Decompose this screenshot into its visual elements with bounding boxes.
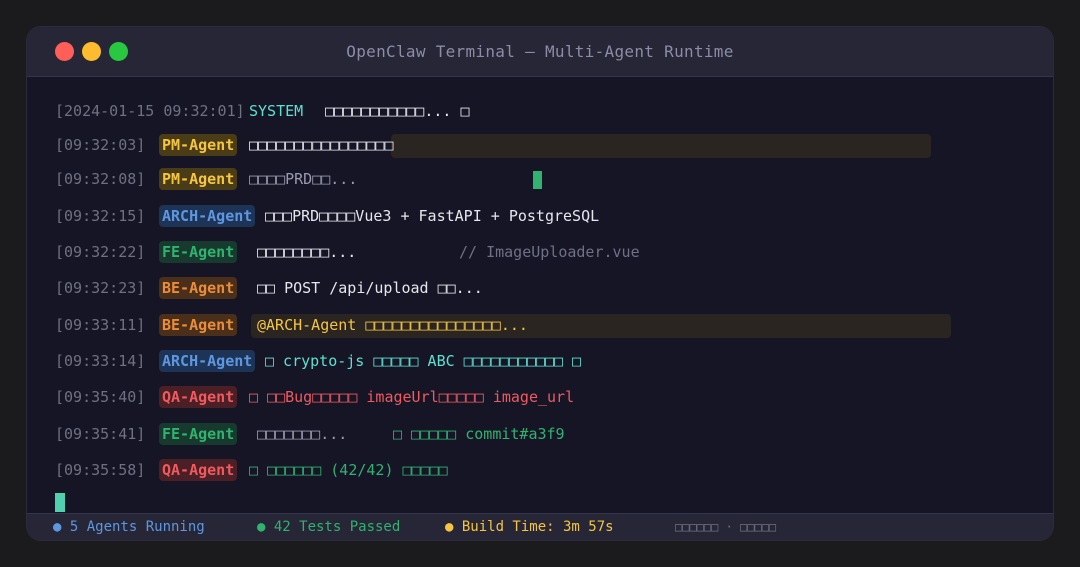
agent-tag-arch: ARCH-Agent xyxy=(159,350,256,372)
log-message: □□□□□□□□□□□□□□□□ xyxy=(249,136,394,154)
log-message: □□□□PRD□□... xyxy=(249,170,358,188)
log-timestamp: [09:32:23] xyxy=(55,279,146,297)
log-timestamp: [09:32:03] xyxy=(55,136,146,154)
log-message: □ crypto-js □□□□□ ABC □□□□□□□□□□□ □ xyxy=(265,352,582,370)
log-line: [09:32:22] FE-Agent □□□□□□□□... // Image… xyxy=(55,240,1033,264)
log-line: [09:32:15] ARCH-Agent □□□PRD□□□□Vue3 + F… xyxy=(55,204,1033,228)
log-message: □□□□□□□□□□□... □ xyxy=(325,102,470,120)
agent-tag-fe: FE-Agent xyxy=(159,423,238,445)
log-message: @ARCH-Agent □□□□□□□□□□□□□□□... xyxy=(257,316,528,334)
agent-tag-qa: QA-Agent xyxy=(159,459,238,481)
log-line: [09:32:08] PM-Agent □□□□PRD□□... xyxy=(55,167,1033,191)
title-bar: OpenClaw Terminal — Multi-Agent Runtime xyxy=(27,27,1053,77)
log-line: [09:33:11] BE-Agent @ARCH-Agent □□□□□□□□… xyxy=(55,313,1033,338)
prompt-cursor[interactable] xyxy=(55,493,65,512)
log-line: [09:35:58] QA-Agent □ □□□□□□ (42/42) □□□… xyxy=(55,458,1033,482)
agent-tag-be: BE-Agent xyxy=(159,314,238,336)
log-timestamp: [09:32:15] xyxy=(55,207,146,225)
log-line: [2024-01-15 09:32:01] SYSTEM □□□□□□□□□□□… xyxy=(55,99,1033,123)
agent-tag-arch: ARCH-Agent xyxy=(159,205,256,227)
terminal-window: OpenClaw Terminal — Multi-Agent Runtime … xyxy=(27,27,1053,540)
agent-tag-fe: FE-Agent xyxy=(159,241,238,263)
log-line: [09:32:03] PM-Agent □□□□□□□□□□□□□□□□ xyxy=(55,133,1033,158)
log-line: [09:32:23] BE-Agent □□ POST /api/upload … xyxy=(55,276,1033,300)
log-timestamp: [09:35:58] xyxy=(55,461,146,479)
agents-running-status: ● 5 Agents Running xyxy=(53,519,205,535)
extra-status: □□□□□□ · □□□□□ xyxy=(675,520,777,534)
log-message: □□□□□□□... xyxy=(257,425,348,443)
agent-tag-pm: PM-Agent xyxy=(159,168,238,190)
log-timestamp: [09:32:22] xyxy=(55,243,146,261)
log-timestamp: [09:33:11] xyxy=(55,316,146,334)
build-time-status: ● Build Time: 3m 57s xyxy=(445,519,614,535)
typing-cursor xyxy=(533,171,542,189)
window-title: OpenClaw Terminal — Multi-Agent Runtime xyxy=(346,42,734,61)
log-timestamp: [09:35:40] xyxy=(55,388,146,406)
log-timestamp: [09:32:08] xyxy=(55,170,146,188)
line-highlight xyxy=(391,134,931,158)
commit-note: □ □□□□□ commit#a3f9 xyxy=(393,425,565,443)
log-line: [09:33:14] ARCH-Agent □ crypto-js □□□□□ … xyxy=(55,349,1033,373)
agent-tag-pm: PM-Agent xyxy=(159,134,238,156)
code-comment: // ImageUploader.vue xyxy=(459,243,640,261)
log-message: □□ POST /api/upload □□... xyxy=(257,279,483,297)
agent-tag-system: SYSTEM xyxy=(249,102,304,120)
log-message: □ □□Bug□□□□□ imageUrl□□□□□ image_url xyxy=(249,388,575,406)
log-timestamp: [09:33:14] xyxy=(55,352,146,370)
terminal-output[interactable]: [2024-01-15 09:32:01] SYSTEM □□□□□□□□□□□… xyxy=(27,77,1053,514)
agent-tag-qa: QA-Agent xyxy=(159,386,238,408)
tests-passed-status: ● 42 Tests Passed xyxy=(257,519,401,535)
log-message: □ □□□□□□ (42/42) □□□□□ xyxy=(249,461,448,479)
log-timestamp: [09:35:41] xyxy=(55,425,146,443)
log-timestamp: [2024-01-15 09:32:01] xyxy=(55,102,245,120)
agent-tag-be: BE-Agent xyxy=(159,277,238,299)
log-message: □□□PRD□□□□Vue3 + FastAPI + PostgreSQL xyxy=(265,207,600,225)
status-bar: ● 5 Agents Running ● 42 Tests Passed ● B… xyxy=(27,513,1053,540)
log-line: [09:35:41] FE-Agent □□□□□□□... □ □□□□□ c… xyxy=(55,422,1033,446)
log-line: [09:35:40] QA-Agent □ □□Bug□□□□□ imageUr… xyxy=(55,385,1033,409)
log-message: □□□□□□□□... xyxy=(257,243,357,261)
